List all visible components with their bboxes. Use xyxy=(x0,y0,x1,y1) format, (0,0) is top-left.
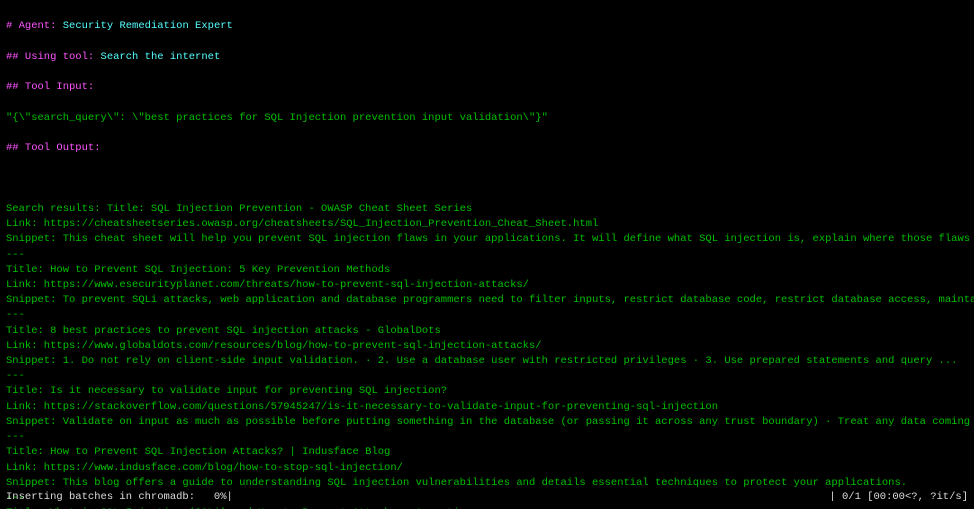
agent-label: # Agent: xyxy=(6,20,56,32)
tool-output-line: ## Tool Output: xyxy=(6,141,968,156)
result-snippet: Snippet: Validate on input as much as po… xyxy=(6,415,968,430)
progress-right: | 0/1 [00:00<?, ?it/s] xyxy=(829,490,968,505)
terminal-output: # Agent: Security Remediation Expert ## … xyxy=(0,0,974,509)
result-link: Link: https://www.indusface.com/blog/how… xyxy=(6,461,968,476)
agent-value: Security Remediation Expert xyxy=(63,20,233,32)
tool-value: Search the internet xyxy=(101,51,221,63)
result-separator: --- xyxy=(6,248,968,263)
result-snippet: Snippet: To prevent SQLi attacks, web ap… xyxy=(6,293,968,308)
result-separator: --- xyxy=(6,369,968,384)
result-link: Link: https://stackoverflow.com/question… xyxy=(6,400,968,415)
result-title: Title: 8 best practices to prevent SQL i… xyxy=(6,324,968,339)
result-snippet: Snippet: 1. Do not rely on client-side i… xyxy=(6,354,968,369)
result-title: Title: Is it necessary to validate input… xyxy=(6,384,968,399)
result-title: Title: How to Prevent SQL Injection Atta… xyxy=(6,445,968,460)
tool-input-line: ## Tool Input: xyxy=(6,80,968,95)
tool-input-label: ## Tool Input: xyxy=(6,81,94,93)
result-title: Search results: Title: SQL Injection Pre… xyxy=(6,202,968,217)
result-link: Link: https://www.globaldots.com/resourc… xyxy=(6,339,968,354)
progress-status: Inserting batches in chromadb: 0%| | 0/1… xyxy=(0,488,974,509)
tool-line: ## Using tool: Search the internet xyxy=(6,50,968,65)
result-snippet: Snippet: This cheat sheet will help you … xyxy=(6,232,968,247)
result-link: Link: https://www.esecurityplanet.com/th… xyxy=(6,278,968,293)
result-separator: --- xyxy=(6,430,968,445)
tool-output-label: ## Tool Output: xyxy=(6,142,101,154)
tool-label: ## Using tool: xyxy=(6,51,94,63)
tool-input-value: "{\"search_query\": \"best practices for… xyxy=(6,111,968,126)
agent-line: # Agent: Security Remediation Expert xyxy=(6,19,968,34)
result-title: Title: How to Prevent SQL Injection: 5 K… xyxy=(6,263,968,278)
progress-left: Inserting batches in chromadb: 0%| xyxy=(6,490,233,505)
result-link: Link: https://cheatsheetseries.owasp.org… xyxy=(6,217,968,232)
result-separator: --- xyxy=(6,308,968,323)
search-results: Search results: Title: SQL Injection Pre… xyxy=(6,202,968,509)
